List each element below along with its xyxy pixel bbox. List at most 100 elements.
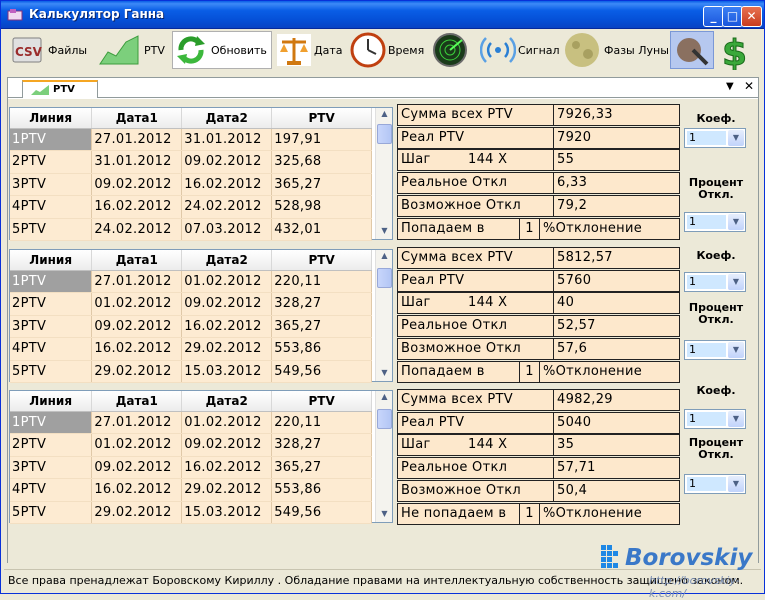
table-cell[interactable]: 16.02.2012: [91, 337, 183, 361]
column-header[interactable]: PTV: [271, 391, 372, 412]
column-header[interactable]: Дата2: [181, 250, 273, 271]
chevron-down-icon[interactable]: ▼: [728, 130, 744, 146]
dollar-button[interactable]: $: [718, 31, 756, 75]
table-cell[interactable]: 24.02.2012: [181, 195, 273, 219]
table-row[interactable]: 1PTV 27.01.2012 01.02.2012 220,11: [10, 411, 372, 434]
table-cell[interactable]: 2PTV: [10, 150, 93, 174]
table-cell[interactable]: 01.02.2012: [91, 292, 183, 316]
percent-select[interactable]: 1 ▼: [684, 212, 746, 232]
planet-button[interactable]: [670, 31, 714, 69]
table-cell[interactable]: 09.02.2012: [181, 150, 273, 174]
table-cell[interactable]: 2PTV: [10, 433, 93, 457]
scroll-thumb[interactable]: [377, 124, 392, 144]
files-button[interactable]: CSV Файлы: [10, 31, 87, 69]
chevron-down-icon[interactable]: ▼: [728, 274, 744, 290]
table-row[interactable]: 5PTV 24.02.2012 07.03.2012 432,01: [10, 218, 372, 241]
vertical-scrollbar[interactable]: ▲ ▼: [375, 391, 392, 522]
coef-select[interactable]: 1 ▼: [684, 272, 746, 292]
table-row[interactable]: 3PTV 09.02.2012 16.02.2012 365,27: [10, 315, 372, 338]
column-header[interactable]: PTV: [271, 108, 372, 129]
radar-button[interactable]: [432, 31, 468, 69]
table-cell[interactable]: 365,27: [271, 173, 372, 196]
table-cell[interactable]: 29.02.2012: [91, 360, 183, 383]
percent-select[interactable]: 1 ▼: [684, 340, 746, 360]
ptv-grid-1[interactable]: Линия Дата1 Дата2 PTV 1PTV 27.01.2012 31.01.20…: [9, 107, 393, 241]
table-cell[interactable]: 1PTV: [10, 411, 93, 434]
table-cell[interactable]: 365,27: [271, 456, 372, 479]
coef-select[interactable]: 1 ▼: [684, 409, 746, 429]
table-cell[interactable]: 528,98: [271, 195, 372, 219]
close-button[interactable]: ✕: [741, 6, 762, 27]
table-cell[interactable]: 16.02.2012: [181, 315, 273, 338]
table-row[interactable]: 2PTV 31.01.2012 09.02.2012 325,68: [10, 150, 372, 174]
table-cell[interactable]: 5PTV: [10, 501, 93, 524]
vertical-scrollbar[interactable]: ▲ ▼: [375, 108, 392, 239]
table-cell[interactable]: 27.01.2012: [91, 411, 183, 434]
column-header[interactable]: Линия: [10, 108, 93, 129]
table-cell[interactable]: 220,11: [271, 411, 372, 434]
table-cell[interactable]: 365,27: [271, 315, 372, 338]
table-row[interactable]: 5PTV 29.02.2012 15.03.2012 549,56: [10, 360, 372, 383]
scroll-thumb[interactable]: [377, 409, 392, 429]
table-cell[interactable]: 3PTV: [10, 315, 93, 338]
tab-ptv[interactable]: PTV: [22, 80, 98, 98]
table-cell[interactable]: 15.03.2012: [181, 360, 273, 383]
scroll-down-icon[interactable]: ▼: [378, 509, 391, 521]
table-row[interactable]: 4PTV 16.02.2012 29.02.2012 553,86: [10, 337, 372, 361]
date-button[interactable]: Дата: [276, 31, 342, 69]
table-cell[interactable]: 432,01: [271, 218, 372, 241]
refresh-button[interactable]: Обновить: [172, 31, 272, 69]
table-cell[interactable]: 549,56: [271, 360, 372, 383]
chevron-down-icon[interactable]: ▼: [728, 342, 744, 358]
table-cell[interactable]: 549,56: [271, 501, 372, 524]
scroll-down-icon[interactable]: ▼: [378, 368, 391, 380]
table-cell[interactable]: 09.02.2012: [91, 456, 183, 479]
table-row[interactable]: 4PTV 16.02.2012 24.02.2012 528,98: [10, 195, 372, 219]
table-cell[interactable]: 01.02.2012: [181, 411, 273, 434]
table-cell[interactable]: 4PTV: [10, 478, 93, 502]
column-header[interactable]: Дата2: [181, 391, 273, 412]
table-cell[interactable]: 4PTV: [10, 195, 93, 219]
scroll-up-icon[interactable]: ▲: [378, 251, 391, 263]
table-cell[interactable]: 27.01.2012: [91, 270, 183, 293]
column-header[interactable]: PTV: [271, 250, 372, 271]
table-cell[interactable]: 197,91: [271, 128, 372, 151]
table-cell[interactable]: 01.02.2012: [91, 433, 183, 457]
table-cell[interactable]: 16.02.2012: [91, 195, 183, 219]
tab-close-icon[interactable]: ✕: [744, 79, 754, 93]
table-cell[interactable]: 325,68: [271, 150, 372, 174]
scroll-down-icon[interactable]: ▼: [378, 226, 391, 238]
table-cell[interactable]: 3PTV: [10, 456, 93, 479]
table-cell[interactable]: 29.02.2012: [91, 501, 183, 524]
scroll-up-icon[interactable]: ▲: [378, 109, 391, 121]
column-header[interactable]: Дата1: [91, 108, 183, 129]
table-cell[interactable]: 09.02.2012: [91, 173, 183, 196]
table-row[interactable]: 1PTV 27.01.2012 01.02.2012 220,11: [10, 270, 372, 293]
table-cell[interactable]: 5PTV: [10, 218, 93, 241]
scroll-up-icon[interactable]: ▲: [378, 392, 391, 404]
table-cell[interactable]: 29.02.2012: [181, 337, 273, 361]
table-cell[interactable]: 07.03.2012: [181, 218, 273, 241]
moon-phases-button[interactable]: Фазы Луны: [562, 31, 669, 69]
ptv-grid-3[interactable]: Линия Дата1 Дата2 PTV 1PTV 27.01.2012 01.02.20…: [9, 390, 393, 524]
table-cell[interactable]: 553,86: [271, 478, 372, 502]
table-cell[interactable]: 31.01.2012: [181, 128, 273, 151]
chevron-down-icon[interactable]: ▼: [728, 476, 744, 492]
table-cell[interactable]: 16.02.2012: [181, 173, 273, 196]
table-cell[interactable]: 29.02.2012: [181, 478, 273, 502]
chevron-down-icon[interactable]: ▼: [728, 411, 744, 427]
table-cell[interactable]: 09.02.2012: [91, 315, 183, 338]
table-cell[interactable]: 328,27: [271, 433, 372, 457]
table-cell[interactable]: 15.03.2012: [181, 501, 273, 524]
vertical-scrollbar[interactable]: ▲ ▼: [375, 250, 392, 381]
column-header[interactable]: Дата2: [181, 108, 273, 129]
tab-menu-arrow-icon[interactable]: ▼: [726, 81, 734, 92]
table-cell[interactable]: 3PTV: [10, 173, 93, 196]
scroll-thumb[interactable]: [377, 268, 392, 288]
ptv-grid-2[interactable]: Линия Дата1 Дата2 PTV 1PTV 27.01.2012 01.02.20…: [9, 249, 393, 383]
table-cell[interactable]: 2PTV: [10, 292, 93, 316]
table-cell[interactable]: 1PTV: [10, 270, 93, 293]
coef-select[interactable]: 1 ▼: [684, 128, 746, 148]
column-header[interactable]: Дата1: [91, 391, 183, 412]
table-cell[interactable]: 09.02.2012: [181, 433, 273, 457]
